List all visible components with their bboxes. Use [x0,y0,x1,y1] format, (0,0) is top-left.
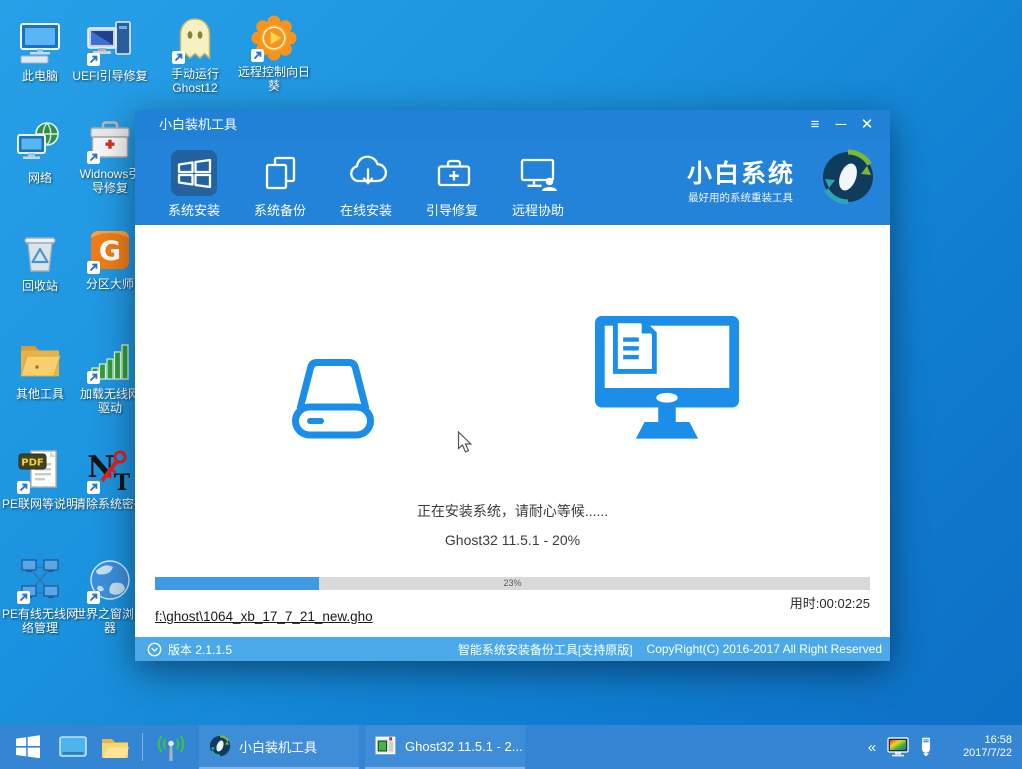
shortcut-arrow-icon [17,591,30,604]
world-browser-icon [86,556,134,604]
close-icon[interactable]: ✕ [854,110,880,140]
shortcut-arrow-icon [172,51,185,64]
tab-label: 引导修复 [425,203,478,218]
windows-boot-repair-icon [86,116,134,164]
wifi-driver-icon [86,336,134,384]
desktop-icon-windows-boot-repair[interactable]: Widnows引 导修复 [76,116,144,195]
tab-label: 在线安装 [339,203,392,218]
brand-block: 小白系统 最好用的系统重装工具 [687,149,873,214]
nav-bar: 系统安装 系统备份 在线安装 引导修复 远程协助 小白系统 最好用的系统重装工具 [135,140,890,225]
pe-net-manager-icon [16,556,64,604]
boot-repair-icon [437,159,471,187]
taskbar-clock[interactable]: 16:58 2017/7/22 [946,734,1012,760]
taskbar-app-label: Ghost32 11.5.1 - 2... [405,738,523,754]
desktop-icon-uefi-boot-repair[interactable]: UEFI引导修复 [72,18,148,83]
shortcut-arrow-icon [87,151,100,164]
hard-drive-icon [285,347,381,449]
remote-assist-icon [520,158,557,191]
footer-product-text: 智能系统安装备份工具[支持原版] [457,642,633,657]
this-pc-icon [16,18,64,66]
file-explorer-icon[interactable] [94,725,136,769]
installer-window: 小白装机工具 ≡ ─ ✕ 系统安装 系统备份 在线安装 引导修复 远程协助 小白系统 最… [135,110,890,661]
network-icon [16,120,64,168]
tab-label: 系统备份 [253,203,306,218]
shortcut-arrow-icon [87,261,100,274]
clear-password-icon: NT [86,446,134,494]
brand-logo-icon [820,149,876,205]
system-backup-icon [265,156,296,190]
tab-label: 系统安装 [167,203,220,218]
desktop-icon-world-browser[interactable]: 世界之窗浏览 器 [74,556,146,635]
window-title: 小白装机工具 [159,117,238,132]
shortcut-arrow-icon [87,53,100,66]
menu-icon[interactable]: ≡ [802,110,828,140]
progress-percent-label: 23% [503,578,522,588]
desktop-icon-wifi-driver[interactable]: 加载无线网 驱动 [76,336,144,415]
run-ghost12-icon [171,16,219,64]
desktop-icon-partition-master[interactable]: G 分区大师 [76,226,144,291]
footer-copyright: CopyRight(C) 2016-2017 All Right Reserve… [646,642,882,656]
ghost-progress-text: Ghost32 11.5.1 - 20% [444,532,581,548]
shortcut-arrow-icon [251,49,264,62]
monitor-document-icon [594,315,740,447]
tray-overflow-chevron[interactable]: « [860,739,884,756]
start-button[interactable] [4,725,52,769]
desktop-icon-sunflower-remote[interactable]: 远程控制向日 葵 [238,14,310,93]
system-install-icon [177,158,212,189]
partition-master-icon: G [86,226,134,274]
desktop-icon-clear-password[interactable]: N T 清除系统密码 [74,446,146,511]
ghost-file-link[interactable]: f:\ghost\1064_xb_17_7_21_new.gho [155,609,373,624]
minimize-icon[interactable]: ─ [828,110,854,140]
shortcut-arrow-icon [87,591,100,604]
brand-name: 小白系统 [687,160,796,188]
uefi-boot-repair-icon [86,18,134,66]
pe-network-readme-icon: PDF [16,446,64,494]
system-tray: « 16:58 2017/7/22 [860,725,1022,769]
tab-system-install[interactable]: 系统安装 [151,148,237,222]
window-titlebar[interactable]: 小白装机工具 ≡ ─ ✕ [135,110,890,140]
taskbar-app-ghost32[interactable]: Ghost32 11.5.1 - 2... [365,725,525,769]
tab-label: 远程协助 [511,203,564,218]
tab-system-backup[interactable]: 系统备份 [237,148,323,222]
usb-device-icon[interactable] [912,725,940,769]
shortcut-arrow-icon [87,481,100,494]
online-install-icon [350,155,387,185]
version-text: 版本 2.1.1.5 [168,642,233,657]
tab-online-install[interactable]: 在线安装 [323,148,409,222]
desktop-icon-label: UEFI引导修复 [72,69,148,83]
xiaobai-tool-icon [209,735,231,757]
taskbar-app-label: 小白装机工具 [239,739,318,755]
display-settings-icon[interactable] [884,725,912,769]
recycle-bin-icon [16,228,64,276]
show-desktop-icon[interactable] [52,725,94,769]
shortcut-arrow-icon [87,371,100,384]
other-tools-icon [16,336,64,384]
progress-bar: 23% [155,577,870,590]
version-circle-icon [147,642,162,657]
brand-tagline: 最好用的系统重装工具 [688,192,793,204]
taskbar-divider [142,733,143,761]
shortcut-arrow-icon [17,481,30,494]
desktop-icon-run-ghost12[interactable]: 手动运行 Ghost12 [161,16,229,95]
taskbar: 小白装机工具 Ghost32 11.5.1 - 2... « 16:58 201… [0,725,1022,769]
svg-text:G: G [99,236,121,267]
sunflower-remote-icon [250,14,298,62]
clock-date: 2017/7/22 [963,747,1012,759]
desktop-icon-label: 远程控制向日 葵 [237,65,310,93]
taskbar-app-xiaobai-tool[interactable]: 小白装机工具 [199,725,359,769]
svg-text:PDF: PDF [21,458,43,469]
clock-time: 16:58 [984,734,1012,746]
ghost32-icon [375,735,397,757]
svg-text:T: T [114,470,131,494]
mouse-cursor [457,430,474,454]
elapsed-time: 用时:00:02:25 [789,596,870,611]
window-content: 正在安装系统，请耐心等候...... Ghost32 11.5.1 - 20% … [135,225,890,637]
tab-boot-repair[interactable]: 引导修复 [409,148,495,222]
window-footer: 版本 2.1.1.5 智能系统安装备份工具[支持原版] CopyRight(C)… [135,637,890,661]
status-message: 正在安装系统，请耐心等候...... [416,503,609,519]
wireless-antenna-icon[interactable] [149,725,193,769]
tab-remote-assist[interactable]: 远程协助 [495,148,581,222]
